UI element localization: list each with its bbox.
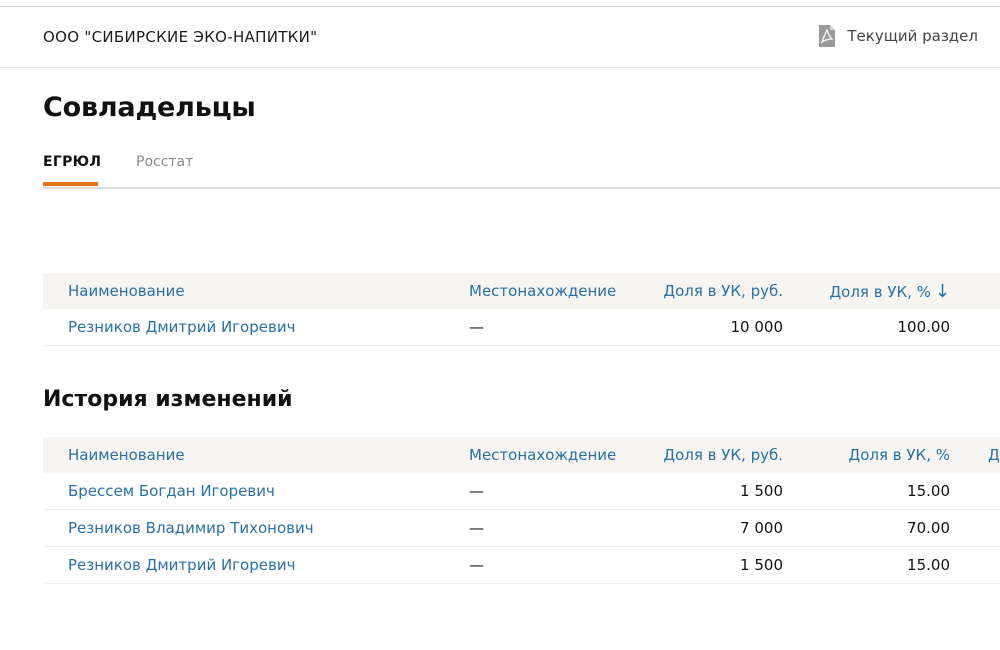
spacer-cell xyxy=(950,309,1000,346)
owner-name-link[interactable]: Резников Владимир Тихонович xyxy=(68,519,314,537)
location-cell: — xyxy=(469,509,649,547)
location-cell: — xyxy=(469,309,649,346)
spacer-cell xyxy=(950,546,1000,584)
owner-name-cell: Резников Дмитрий Игоревич xyxy=(43,546,469,584)
active-tab-indicator xyxy=(43,182,98,186)
owner-name-link[interactable]: Брессем Богдан Игоревич xyxy=(68,482,275,500)
location-cell: — xyxy=(469,473,649,510)
share-rub-cell: 7 000 xyxy=(649,509,783,547)
table-header-row: Наименование Местонахождение Доля в УК, … xyxy=(43,437,1000,473)
owner-name-link[interactable]: Резников Дмитрий Игоревич xyxy=(68,556,295,574)
share-rub-cell: 10 000 xyxy=(649,309,783,346)
table-row: Резников Владимир Тихонович — 7 000 70.0… xyxy=(43,509,1000,547)
share-rub-cell: 1 500 xyxy=(649,473,783,510)
owners-table: Наименование Местонахождение Доля в УК, … xyxy=(43,273,1000,346)
tab-egrul[interactable]: ЕГРЮЛ xyxy=(43,154,101,170)
table-row: Брессем Богдан Игоревич — 1 500 15.00 xyxy=(43,473,1000,510)
column-header-name[interactable]: Наименование xyxy=(43,273,469,309)
column-header-share-pct[interactable]: Доля в УК, % ↓ xyxy=(783,273,950,309)
tab-rosstat[interactable]: Росстат xyxy=(136,154,193,170)
page-title: Совладельцы xyxy=(43,92,256,123)
current-section-button[interactable]: Текущий раздел xyxy=(817,24,978,48)
share-pct-cell: 15.00 xyxy=(783,546,950,584)
owner-name-link[interactable]: Резников Дмитрий Игоревич xyxy=(68,318,295,336)
column-header-name[interactable]: Наименование xyxy=(43,437,469,473)
column-header-share-rub[interactable]: Доля в УК, руб. xyxy=(649,273,783,309)
spacer-cell xyxy=(950,473,1000,510)
company-name: ООО "СИБИРСКИЕ ЭКО-НАПИТКИ" xyxy=(43,28,318,46)
owner-name-cell: Резников Дмитрий Игоревич xyxy=(43,309,469,346)
pdf-icon xyxy=(819,25,836,47)
share-pct-cell: 100.00 xyxy=(783,309,950,346)
table-row: Резников Дмитрий Игоревич — 1 500 15.00 xyxy=(43,546,1000,584)
share-pct-cell: 15.00 xyxy=(783,473,950,510)
column-header-share-pct[interactable]: Доля в УК, % xyxy=(783,437,950,473)
top-bar: ООО "СИБИРСКИЕ ЭКО-НАПИТКИ" Текущий разд… xyxy=(0,7,1000,68)
history-title: История изменений xyxy=(43,387,293,412)
column-header-share-rub[interactable]: Доля в УК, руб. xyxy=(649,437,783,473)
share-pct-cell: 70.00 xyxy=(783,509,950,547)
table-row: Резников Дмитрий Игоревич — 10 000 100.0… xyxy=(43,309,1000,346)
sort-down-icon: ↓ xyxy=(934,280,950,302)
table-header-row: Наименование Местонахождение Доля в УК, … xyxy=(43,273,1000,309)
tab-bar: ЕГРЮЛ Росстат xyxy=(43,150,1000,189)
owner-name-cell: Резников Владимир Тихонович xyxy=(43,509,469,547)
column-header-overflow[interactable]: Д xyxy=(988,446,1000,464)
owner-name-cell: Брессем Богдан Игоревич xyxy=(43,473,469,510)
column-header-share-pct-label: Доля в УК, % xyxy=(829,282,931,301)
share-rub-cell: 1 500 xyxy=(649,546,783,584)
column-header-spacer xyxy=(950,273,1000,309)
history-table: Наименование Местонахождение Доля в УК, … xyxy=(43,437,1000,584)
current-section-label: Текущий раздел xyxy=(847,27,978,45)
column-header-location[interactable]: Местонахождение xyxy=(469,437,649,473)
column-header-location[interactable]: Местонахождение xyxy=(469,273,649,309)
location-cell: — xyxy=(469,546,649,584)
spacer-cell xyxy=(950,509,1000,547)
